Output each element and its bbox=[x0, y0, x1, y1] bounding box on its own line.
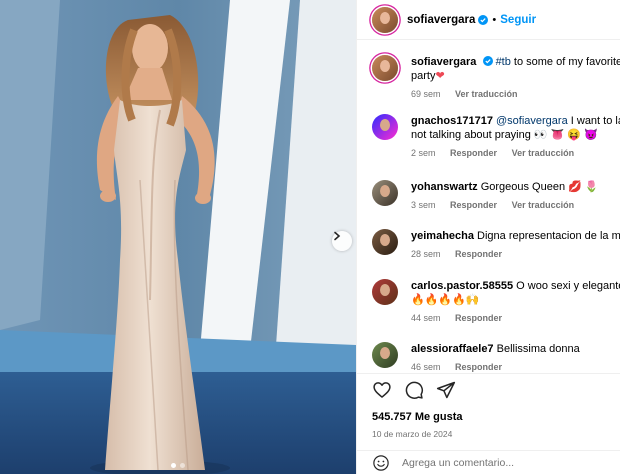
comment-text-line2: not talking about praying 👀 👅 😝 😈 bbox=[411, 129, 598, 141]
comment-text-line1: O woo sexi y elegante ❤ bbox=[516, 280, 620, 292]
action-icons bbox=[372, 380, 456, 400]
avatar[interactable] bbox=[372, 279, 398, 305]
avatar[interactable] bbox=[372, 55, 398, 81]
comment-text-line2: 🔥🔥🔥🔥🙌 bbox=[411, 294, 480, 306]
post-photo[interactable] bbox=[0, 0, 356, 474]
caption-text-line2: party bbox=[411, 70, 436, 82]
comment-text: carlos.pastor.58555 O woo sexi y elegant… bbox=[411, 279, 620, 307]
comment-username[interactable]: yeimahecha bbox=[411, 230, 474, 242]
comment-username[interactable]: yohanswartz bbox=[411, 181, 478, 193]
comment-username[interactable]: alessioraffaele7 bbox=[411, 343, 494, 355]
comment-time: 28 sem bbox=[411, 249, 441, 259]
reply-link[interactable]: Responder bbox=[450, 148, 497, 158]
comment-username[interactable]: gnachos171717 bbox=[411, 115, 493, 127]
comment-text: gnachos171717 @sofiavergara I want to la… bbox=[411, 114, 620, 142]
add-comment-bar bbox=[357, 450, 620, 474]
caption-hashtag[interactable]: #tb bbox=[496, 56, 511, 68]
follow-button[interactable]: Seguir bbox=[500, 14, 536, 26]
caption-text: sofiavergara #tb to some of my favorite … bbox=[411, 55, 620, 83]
caption-text-line1: to some of my favorite @ bbox=[513, 56, 620, 68]
comment-text-line1: Gorgeous Queen 💋 🌷 bbox=[477, 181, 599, 193]
author-username[interactable]: sofiavergara bbox=[407, 14, 475, 26]
comment-body: alessioraffaele7 Bellissima donna 46 sem… bbox=[411, 342, 620, 372]
post-date: 10 de marzo de 2024 bbox=[372, 429, 453, 439]
likes-count[interactable]: 545.757 Me gusta bbox=[372, 411, 463, 423]
reply-link[interactable]: Responder bbox=[455, 362, 502, 372]
next-photo-button[interactable] bbox=[332, 231, 352, 251]
comment-mention[interactable]: @sofiavergara bbox=[496, 115, 568, 127]
avatar[interactable] bbox=[372, 6, 398, 33]
comment-username[interactable]: carlos.pastor.58555 bbox=[411, 280, 513, 292]
reply-link[interactable]: Responder bbox=[455, 249, 502, 259]
reply-link[interactable]: Responder bbox=[455, 313, 502, 323]
post-header: sofiavergara • Seguir bbox=[357, 0, 620, 40]
comment-text-line1: I want to lay ha bbox=[570, 115, 620, 127]
reply-link[interactable]: Responder bbox=[450, 200, 497, 210]
post-sidebar: sofiavergara • Seguir sofiavergara #tb t… bbox=[356, 0, 620, 474]
comment-meta: 3 sem Responder Ver traducción bbox=[411, 200, 620, 210]
comment-text: yeimahecha Digna representacion de la mu… bbox=[411, 229, 620, 243]
verified-badge-icon bbox=[478, 14, 489, 25]
comment-meta: 28 sem Responder bbox=[411, 249, 620, 259]
comment-body: gnachos171717 @sofiavergara I want to la… bbox=[411, 114, 620, 158]
comment-time: 3 sem bbox=[411, 200, 436, 210]
photo-illustration bbox=[0, 0, 356, 474]
translate-link[interactable]: Ver traducción bbox=[455, 89, 518, 99]
verified-badge-icon bbox=[482, 56, 493, 66]
comment-meta: 46 sem Responder bbox=[411, 362, 620, 372]
comment-time: 44 sem bbox=[411, 313, 441, 323]
carousel-dot bbox=[171, 463, 176, 468]
comment-text: alessioraffaele7 Bellissima donna bbox=[411, 342, 620, 356]
comment-icon[interactable] bbox=[404, 380, 424, 400]
caption-meta: 69 sem Ver traducción bbox=[411, 89, 620, 99]
emoji-icon[interactable] bbox=[372, 454, 390, 472]
action-bar: 545.757 Me gusta 10 de marzo de 2024 bbox=[357, 373, 620, 474]
comment-body: carlos.pastor.58555 O woo sexi y elegant… bbox=[411, 279, 620, 323]
avatar[interactable] bbox=[372, 342, 398, 368]
caption-body: sofiavergara #tb to some of my favorite … bbox=[411, 55, 620, 99]
comment-time: 2 sem bbox=[411, 148, 436, 158]
comment-meta: 44 sem Responder bbox=[411, 313, 620, 323]
comment-text: yohanswartz Gorgeous Queen 💋 🌷 bbox=[411, 180, 620, 194]
separator-dot: • bbox=[492, 13, 497, 26]
avatar[interactable] bbox=[372, 229, 398, 255]
comment-body: yohanswartz Gorgeous Queen 💋 🌷 3 sem Res… bbox=[411, 180, 620, 210]
comment-text-line1: Bellissima donna bbox=[493, 343, 580, 355]
chevron-right-icon bbox=[334, 231, 341, 241]
heart-icon[interactable] bbox=[372, 380, 392, 400]
translate-link[interactable]: Ver traducción bbox=[512, 200, 575, 210]
avatar[interactable] bbox=[372, 114, 398, 140]
comment-text-line1: Digna representacion de la mujer bbox=[477, 230, 620, 242]
avatar[interactable] bbox=[372, 180, 398, 206]
comment-meta: 2 sem Responder Ver traducción bbox=[411, 148, 620, 158]
comment-body: yeimahecha Digna representacion de la mu… bbox=[411, 229, 620, 259]
share-icon[interactable] bbox=[436, 380, 456, 400]
translate-link[interactable]: Ver traducción bbox=[512, 148, 575, 158]
caption-username[interactable]: sofiavergara bbox=[411, 56, 476, 68]
heart-emoji: ❤ bbox=[435, 70, 445, 82]
comment-time: 46 sem bbox=[411, 362, 441, 372]
instagram-post: sofiavergara • Seguir sofiavergara #tb t… bbox=[0, 0, 620, 474]
comments-list[interactable]: sofiavergara #tb to some of my favorite … bbox=[357, 41, 620, 373]
caption-time: 69 sem bbox=[411, 89, 441, 99]
carousel-dot bbox=[180, 463, 185, 468]
carousel-dots bbox=[0, 463, 356, 468]
comment-input[interactable] bbox=[402, 457, 602, 469]
